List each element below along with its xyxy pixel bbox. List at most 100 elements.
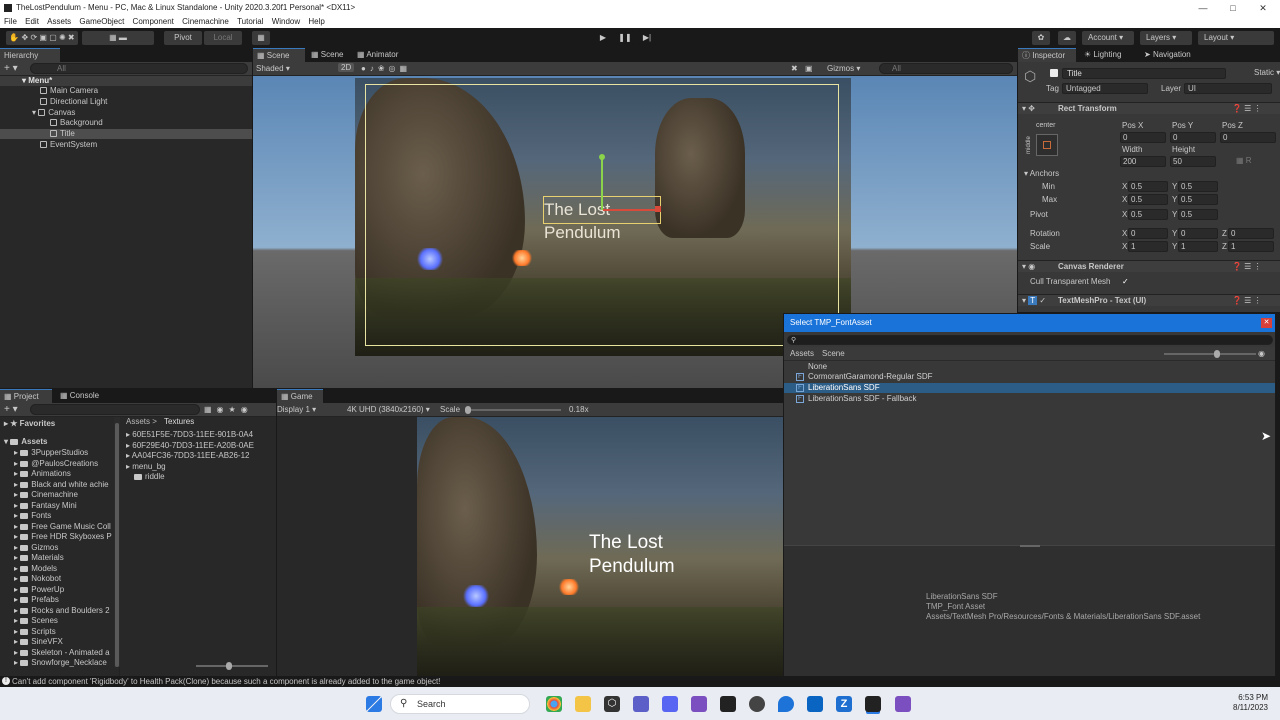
scale-x-field[interactable]: 1: [1128, 241, 1168, 252]
folder-item[interactable]: ▸ Scripts: [14, 627, 56, 637]
folder-item[interactable]: ▸ Materials: [14, 553, 64, 563]
folder-item[interactable]: ▸ Animations: [14, 469, 71, 479]
folder-item[interactable]: ▸ SineVFX: [14, 637, 63, 647]
scale-slider[interactable]: [465, 406, 561, 414]
unity-editor-icon[interactable]: [865, 696, 881, 712]
picker-close-icon[interactable]: ✕: [1261, 318, 1272, 328]
asset-item[interactable]: riddle: [126, 472, 274, 482]
tab-lighting[interactable]: ☀ Lighting: [1080, 48, 1136, 62]
max-x-field[interactable]: 0.5: [1128, 194, 1168, 205]
cloud-icon[interactable]: ☁: [1058, 31, 1076, 45]
max-y-field[interactable]: 0.5: [1178, 194, 1218, 205]
breadcrumb-textures[interactable]: Textures: [164, 417, 194, 427]
min-x-field[interactable]: 0.5: [1128, 181, 1168, 192]
tab-scene[interactable]: ▦ Scene: [253, 48, 305, 62]
maps-icon[interactable]: [778, 696, 794, 712]
visual-studio-icon[interactable]: [691, 696, 707, 712]
layer-dropdown[interactable]: UI: [1184, 83, 1272, 94]
step-icon[interactable]: ▶|: [638, 31, 656, 45]
picker-item-liberationsans[interactable]: F LiberationSans SDF: [784, 383, 1275, 393]
pos-z-field[interactable]: 0: [1220, 132, 1276, 143]
folder-item[interactable]: ▸ Nokobot: [14, 574, 61, 584]
rotation-z-field[interactable]: 0: [1228, 228, 1274, 239]
asset-item[interactable]: ▸ AA04FC36-7DD3-11EE-AB26-12: [126, 451, 274, 461]
active-checkbox[interactable]: [1050, 69, 1058, 77]
display-dropdown[interactable]: Display 1 ▾: [277, 405, 316, 414]
picker-search-input[interactable]: ⚲: [787, 335, 1273, 345]
folder-item[interactable]: ▸ Fonts: [14, 511, 51, 521]
transform-tools[interactable]: ✋ ✥ ⟳ ▣ ▢ ✺ ✖: [6, 31, 78, 45]
discord-icon[interactable]: [662, 696, 678, 712]
rect-transform-header[interactable]: ▾ ✥ Rect Transform ❓ ☰ ⋮: [1018, 102, 1280, 114]
rotation-y-field[interactable]: 0: [1178, 228, 1218, 239]
picker-item-cormorant[interactable]: F CormorantGaramond-Regular SDF: [784, 372, 1275, 382]
teams-icon[interactable]: [633, 696, 649, 712]
folder-tree-scrollbar[interactable]: [114, 417, 120, 667]
component-menu-icons[interactable]: ❓ ☰ ⋮: [1232, 296, 1262, 306]
min-y-field[interactable]: 0.5: [1178, 181, 1218, 192]
collab-icon[interactable]: ✿: [1032, 31, 1050, 45]
asset-item[interactable]: ▸ 60F29E40-7DD3-11EE-A20B-0AE: [126, 441, 274, 451]
file-explorer-icon[interactable]: [575, 696, 591, 712]
gizmos-dropdown[interactable]: Gizmos ▾: [827, 64, 860, 73]
folder-item[interactable]: ▸ Black and white achie: [14, 480, 109, 490]
hierarchy-search-input[interactable]: All: [30, 63, 248, 74]
project-search-input[interactable]: [30, 404, 200, 415]
add-icon[interactable]: + ▾: [4, 63, 18, 74]
favorites-node[interactable]: ▸ ★ Favorites: [4, 419, 55, 429]
outlook-icon[interactable]: [807, 696, 823, 712]
tag-dropdown[interactable]: Untagged: [1062, 83, 1148, 94]
play-icon[interactable]: ▶: [594, 31, 612, 45]
unity-hub-icon[interactable]: ⬡: [604, 696, 620, 712]
project-filter-icons[interactable]: ▦◉★◉: [204, 405, 253, 414]
mode-2d-toggle[interactable]: 2D: [338, 63, 355, 72]
local-toggle[interactable]: Local: [204, 31, 242, 45]
resolution-dropdown[interactable]: 4K UHD (3840x2160) ▾: [347, 405, 430, 414]
canvas-renderer-header[interactable]: ▾ ◉ Canvas Renderer ❓ ☰ ⋮: [1018, 260, 1280, 272]
taskbar-clock[interactable]: 6:53 PM 8/11/2023: [1218, 693, 1268, 713]
account-dropdown[interactable]: Account ▾: [1082, 31, 1134, 45]
anchor-preset-button[interactable]: [1036, 134, 1058, 156]
github-icon[interactable]: [749, 696, 765, 712]
pivot-x-field[interactable]: 0.5: [1128, 209, 1168, 220]
scale-y-field[interactable]: 1: [1178, 241, 1218, 252]
menu-component[interactable]: Component: [133, 17, 174, 26]
tab-project[interactable]: ▦ Project: [0, 389, 52, 403]
picker-zoom-slider[interactable]: [1164, 350, 1256, 358]
menu-gameobject[interactable]: GameObject: [79, 17, 124, 26]
move-gizmo-x-axis[interactable]: [603, 209, 657, 211]
folder-tree-scroll-thumb[interactable]: [115, 423, 119, 667]
snap-tools[interactable]: ▦ ▬: [82, 31, 154, 45]
zoom-icon[interactable]: Z: [836, 696, 852, 712]
scene-search-input[interactable]: All: [879, 63, 1013, 74]
close-icon[interactable]: ✕: [1248, 0, 1278, 16]
icon-size-slider[interactable]: [196, 662, 268, 670]
component-menu-icons[interactable]: ❓ ☰ ⋮: [1232, 104, 1262, 114]
folder-item[interactable]: ▸ Snowforge_Necklace: [14, 658, 107, 668]
pivot-y-field[interactable]: 0.5: [1178, 209, 1218, 220]
hierarchy-item-directional-light[interactable]: Directional Light: [40, 97, 107, 107]
menu-help[interactable]: Help: [308, 17, 324, 26]
tab-animator[interactable]: ▦ Animator: [353, 48, 413, 62]
grid-snap-button[interactable]: ▦: [252, 31, 270, 45]
scene-root[interactable]: ▾ Menu*: [0, 76, 252, 86]
folder-item[interactable]: ▸ Gizmos: [14, 543, 58, 553]
hierarchy-item-canvas[interactable]: ▾ Canvas: [32, 108, 75, 118]
tab-console[interactable]: ▦ Console: [56, 389, 108, 403]
scale-z-field[interactable]: 1: [1228, 241, 1274, 252]
maximize-icon[interactable]: □: [1218, 0, 1248, 16]
asset-item[interactable]: ▸ menu_bg: [126, 462, 274, 472]
static-dropdown[interactable]: Static ▾: [1254, 68, 1280, 78]
tab-game[interactable]: ▦ Game: [277, 389, 323, 403]
scene-view-toggles[interactable]: ●♪❀◎▦: [361, 64, 411, 73]
component-menu-icons[interactable]: ❓ ☰ ⋮: [1232, 262, 1262, 272]
menu-edit[interactable]: Edit: [25, 17, 39, 26]
create-icon[interactable]: + ▾: [4, 404, 18, 415]
layers-dropdown[interactable]: Layers ▾: [1140, 31, 1192, 45]
picker-item-none[interactable]: None: [784, 362, 1275, 372]
menu-window[interactable]: Window: [272, 17, 300, 26]
height-field[interactable]: 50: [1170, 156, 1216, 167]
hierarchy-item-main-camera[interactable]: Main Camera: [40, 86, 98, 96]
folder-item[interactable]: ▸ Models: [14, 564, 57, 574]
folder-item[interactable]: ▸ Free Game Music Coll: [14, 522, 111, 532]
